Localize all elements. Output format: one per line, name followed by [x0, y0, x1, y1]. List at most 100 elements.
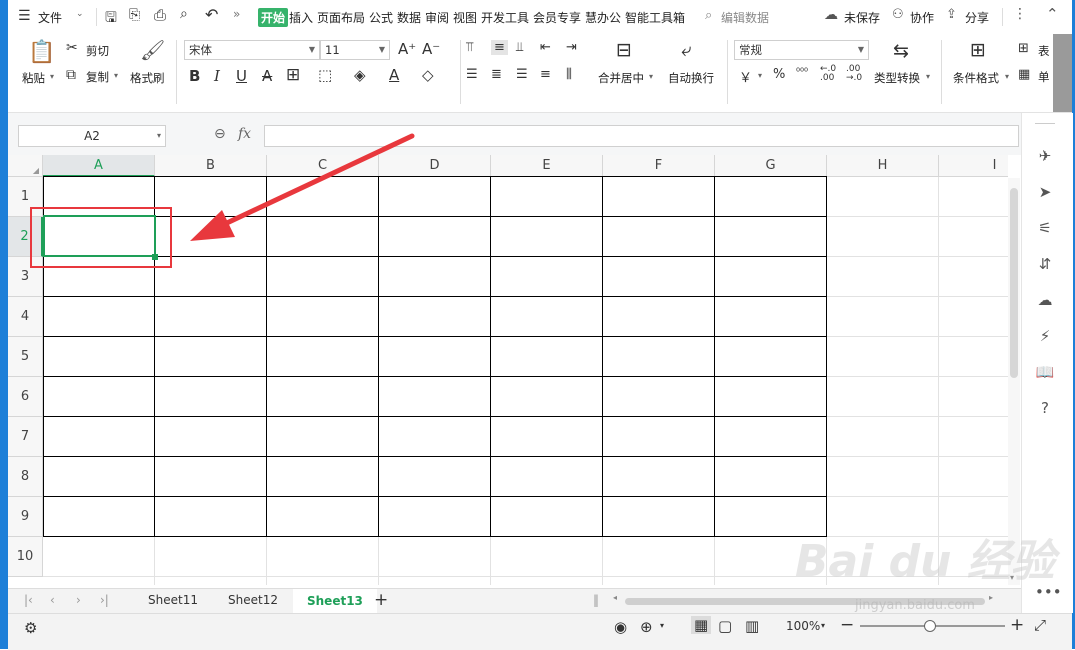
undo-icon[interactable]: ↶	[205, 5, 218, 24]
row-header-10[interactable]: 10	[8, 537, 43, 577]
increase-decimal-button[interactable]: ←.0 .00	[820, 65, 840, 83]
grid-toggle-icon[interactable]: ⊕	[640, 618, 653, 636]
tab-smart-toolbox[interactable]: 智能工具箱	[625, 9, 685, 26]
align-right-icon[interactable]: ☰	[516, 67, 528, 82]
vertical-scrollbar[interactable]: ▾	[1008, 178, 1020, 585]
tab-member[interactable]: 会员专享	[533, 9, 581, 26]
paste-button[interactable]: 粘贴	[22, 70, 45, 86]
strikethrough-button[interactable]: A	[262, 67, 272, 85]
italic-button[interactable]: I	[214, 67, 220, 85]
justify-icon[interactable]: ≡	[540, 67, 551, 82]
tab-smart-office[interactable]: 慧办公	[585, 9, 621, 26]
more-icon[interactable]: »	[233, 7, 240, 21]
distribute-icon[interactable]: ⫼	[566, 67, 572, 82]
column-header-i[interactable]: I	[939, 155, 1008, 177]
underline-button[interactable]: U	[236, 67, 247, 85]
font-size-select[interactable]: 11 ▼	[320, 40, 390, 60]
tab-developer[interactable]: 开发工具	[481, 9, 529, 26]
copy-button[interactable]: 复制	[86, 69, 109, 85]
tab-page-layout[interactable]: 页面布局	[317, 9, 365, 26]
print-icon[interactable]: ⎙	[154, 6, 166, 24]
cell-icon[interactable]: ▦	[1018, 67, 1030, 82]
cell-button[interactable]: 单	[1038, 69, 1050, 85]
align-left-icon[interactable]: ☰	[466, 67, 478, 82]
decrease-indent-icon[interactable]: ⇤	[540, 40, 551, 55]
page-layout-view-icon[interactable]: ▢	[718, 617, 732, 635]
menu-file[interactable]: 文件	[38, 9, 62, 26]
column-header-f[interactable]: F	[603, 155, 715, 177]
border-icon[interactable]: ⊞	[286, 65, 300, 85]
row-header-8[interactable]: 8	[8, 457, 43, 497]
cut-button[interactable]: 剪切	[86, 43, 109, 59]
conditional-format-icon[interactable]: ⊞	[970, 39, 986, 61]
chevron-down-icon[interactable]: ▾	[1005, 72, 1009, 81]
decrease-decimal-button[interactable]: .00 →.0	[846, 65, 866, 83]
sheet-tab-sheet11[interactable]: Sheet11	[148, 593, 198, 607]
chevron-down-icon[interactable]: ▾	[114, 71, 118, 80]
merge-center-icon[interactable]: ⊟	[616, 39, 632, 61]
tab-view[interactable]: 视图	[453, 9, 477, 26]
name-box[interactable]: A2 ▾	[18, 125, 166, 147]
wrap-text-button[interactable]: 自动换行	[668, 70, 714, 86]
cursor-icon[interactable]: ➤	[1035, 183, 1055, 203]
book-icon[interactable]: 📖	[1035, 363, 1055, 383]
chevron-down-icon[interactable]: ▾	[649, 72, 653, 81]
number-format-select[interactable]: 常规 ▼	[734, 40, 869, 60]
row-header-9[interactable]: 9	[8, 497, 43, 537]
print-preview-icon[interactable]: ⌕	[180, 6, 188, 22]
font-color-icon[interactable]: A	[389, 66, 399, 84]
type-convert-icon[interactable]: ⇆	[893, 40, 909, 62]
decrease-font-icon[interactable]: A⁻	[422, 40, 440, 58]
cell-style-icon[interactable]: ⬚	[318, 66, 332, 84]
wrap-text-icon[interactable]: ⤶	[681, 39, 692, 61]
page-break-view-icon[interactable]: ▥	[745, 617, 759, 635]
chevron-down-icon[interactable]: ⌄	[76, 9, 84, 19]
increase-font-icon[interactable]: A⁺	[398, 40, 416, 58]
fill-color-icon[interactable]: ◈	[354, 66, 366, 84]
chevron-down-icon[interactable]: ▾	[660, 621, 664, 630]
sheet-tab-sheet13[interactable]: Sheet13	[293, 589, 377, 614]
row-header-6[interactable]: 6	[8, 377, 43, 417]
clear-format-icon[interactable]: ◇	[422, 66, 434, 84]
normal-view-icon[interactable]: ▦	[691, 616, 712, 634]
select-all-corner[interactable]: ◢	[8, 155, 43, 177]
unsaved-status[interactable]: 未保存	[844, 9, 880, 26]
increase-indent-icon[interactable]: ⇥	[566, 40, 577, 55]
export-pdf-icon[interactable]: ⎘	[129, 7, 140, 23]
add-sheet-icon[interactable]: +	[374, 590, 388, 610]
align-middle-icon[interactable]: ≡	[491, 40, 508, 55]
zoom-in-button[interactable]: +	[1010, 615, 1024, 635]
transform-icon[interactable]: ⇵	[1035, 255, 1055, 275]
conditional-format-button[interactable]: 条件格式	[953, 70, 999, 86]
chevron-down-icon[interactable]: ▾	[50, 72, 54, 81]
vertical-scroll-thumb[interactable]	[1010, 188, 1018, 378]
tab-home[interactable]: 开始	[258, 8, 289, 27]
zoom-level[interactable]: 100%	[786, 619, 820, 633]
column-header-g[interactable]: G	[715, 155, 827, 177]
scroll-right-icon[interactable]: ▸	[989, 593, 993, 602]
tab-formulas[interactable]: 公式	[369, 9, 393, 26]
table-style-button[interactable]: 表	[1038, 43, 1050, 59]
rocket-icon[interactable]: ✈	[1035, 147, 1055, 167]
tab-review[interactable]: 审阅	[425, 9, 449, 26]
cloud-doc-icon[interactable]: ☁	[1035, 291, 1055, 311]
search-input[interactable]: 编辑数据	[721, 9, 769, 26]
column-header-a[interactable]: A	[43, 155, 155, 177]
chevron-down-icon[interactable]: ▾	[926, 72, 930, 81]
first-sheet-icon[interactable]: |‹	[24, 593, 33, 607]
scroll-left-icon[interactable]: ◂	[613, 593, 617, 602]
split-handle-icon[interactable]: ‖	[593, 593, 599, 607]
format-painter-button[interactable]: 格式刷	[130, 70, 165, 86]
next-sheet-icon[interactable]: ›	[76, 593, 81, 607]
more-options-icon[interactable]: ⋮	[1013, 6, 1027, 22]
chevron-down-icon[interactable]: ▾	[821, 621, 825, 630]
percent-button[interactable]: %	[773, 67, 785, 82]
align-top-icon[interactable]: ⫪	[466, 40, 473, 55]
sheet-tab-sheet12[interactable]: Sheet12	[228, 593, 278, 607]
share-button[interactable]: 分享	[965, 9, 989, 26]
collab-button[interactable]: 协作	[910, 9, 934, 26]
help-icon[interactable]: ?	[1035, 399, 1055, 419]
table-style-icon[interactable]: ⊞	[1018, 41, 1029, 56]
fullscreen-icon[interactable]: ⤢	[1034, 616, 1046, 634]
save-icon[interactable]: 🖫	[105, 7, 117, 31]
